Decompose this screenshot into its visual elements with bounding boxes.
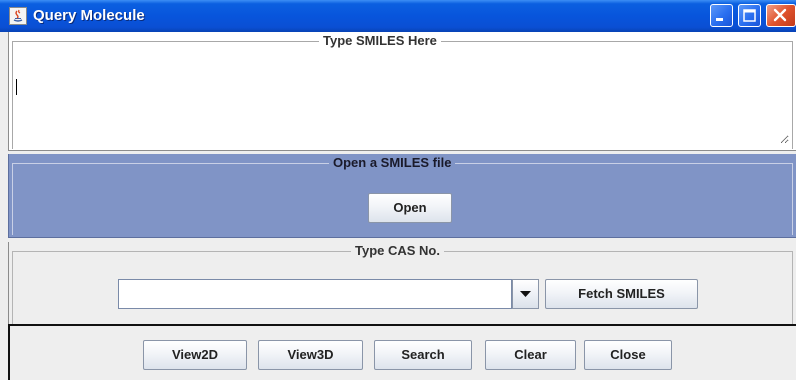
- title-bar[interactable]: Query Molecule: [0, 0, 796, 32]
- cas-dropdown-button[interactable]: [512, 279, 539, 309]
- clear-button[interactable]: Clear: [485, 340, 576, 370]
- window-title: Query Molecule: [33, 7, 145, 24]
- open-file-panel: Open a SMILES file Open: [8, 154, 796, 238]
- text-caret: [16, 79, 17, 95]
- close-button[interactable]: Close: [584, 340, 672, 370]
- view2d-button[interactable]: View2D: [143, 340, 247, 370]
- open-button[interactable]: Open: [368, 193, 452, 223]
- close-icon: [773, 8, 787, 22]
- maximize-icon: [743, 9, 756, 22]
- fetch-smiles-button[interactable]: Fetch SMILES: [545, 279, 698, 309]
- search-button[interactable]: Search: [374, 340, 472, 370]
- content-pane: Type SMILES Here Open a SMILES file Open…: [8, 32, 796, 380]
- minimize-button[interactable]: [710, 4, 733, 27]
- view3d-button[interactable]: View3D: [258, 340, 363, 370]
- smiles-panel: Type SMILES Here: [8, 32, 796, 151]
- open-legend: Open a SMILES file: [329, 155, 456, 171]
- chevron-down-icon: [520, 291, 531, 297]
- query-molecule-window: Query Molecule Type SMILES Here Open a S…: [0, 0, 796, 380]
- cas-number-input[interactable]: [118, 279, 512, 309]
- cas-legend: Type CAS No.: [351, 243, 444, 259]
- java-app-icon: [9, 7, 27, 25]
- close-window-button[interactable]: [766, 4, 796, 27]
- smiles-legend: Type SMILES Here: [319, 33, 441, 49]
- maximize-button[interactable]: [738, 4, 761, 27]
- smiles-input[interactable]: [14, 48, 789, 144]
- minimize-icon: [716, 18, 723, 21]
